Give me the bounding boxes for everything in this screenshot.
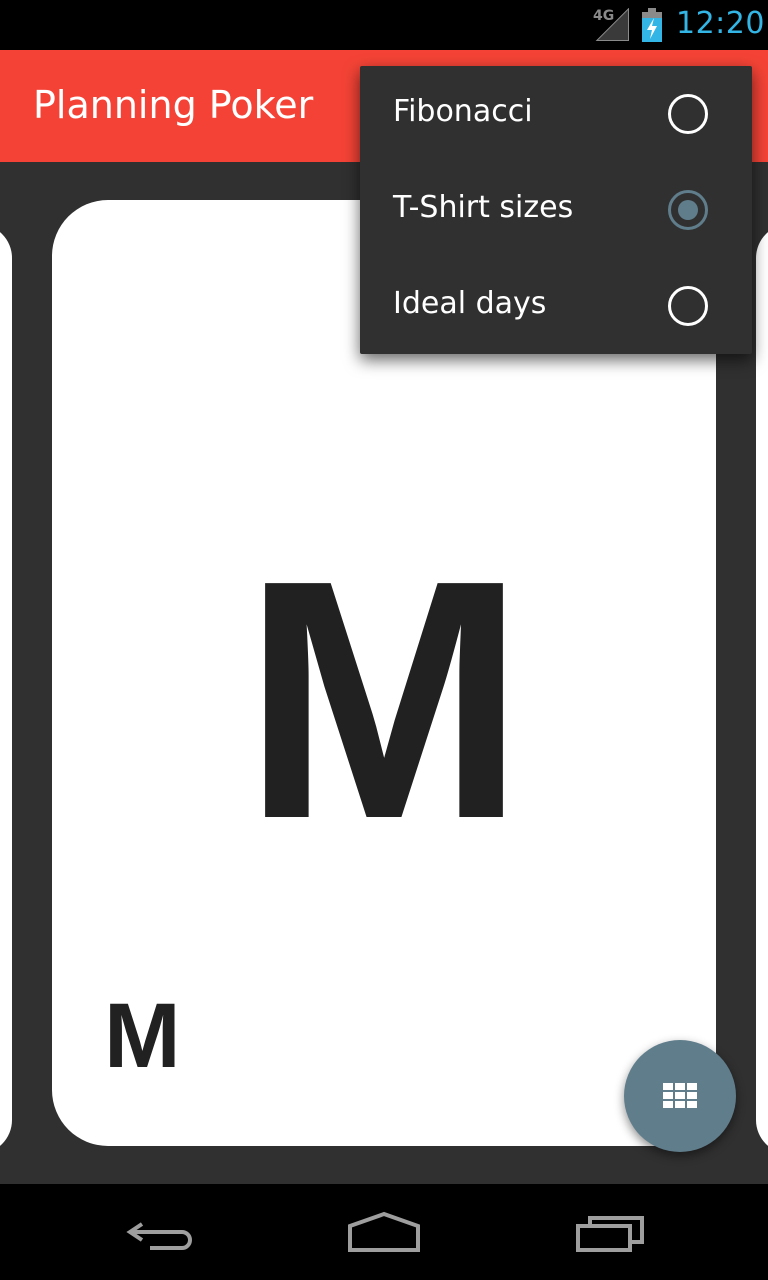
radio-ideal-days[interactable]: [668, 286, 708, 326]
menu-item-ideal-days[interactable]: Ideal days: [360, 258, 752, 354]
navigation-bar: [0, 1184, 768, 1280]
network-type-label: 4G: [593, 8, 615, 24]
radio-fibonacci[interactable]: [668, 94, 708, 134]
menu-item-fibonacci[interactable]: Fibonacci: [360, 66, 752, 162]
deck-type-menu: Fibonacci T-Shirt sizes Ideal days: [360, 66, 752, 354]
card-corner-value: M: [104, 985, 181, 1087]
status-bar: 4G 12:20: [0, 0, 768, 50]
grid-icon: [663, 1083, 697, 1109]
next-card[interactable]: [756, 224, 768, 1154]
previous-card[interactable]: [0, 224, 12, 1154]
menu-item-tshirt-sizes[interactable]: T-Shirt sizes: [360, 162, 752, 258]
status-clock: 12:20: [676, 6, 765, 41]
radio-tshirt-sizes[interactable]: [668, 190, 708, 230]
battery-charging-icon: [642, 8, 662, 42]
home-icon[interactable]: [334, 1204, 434, 1260]
app-title: Planning Poker: [33, 83, 314, 127]
back-icon[interactable]: [110, 1204, 210, 1260]
card-value: M: [242, 510, 526, 890]
menu-item-label: Ideal days: [393, 286, 547, 321]
recent-apps-icon[interactable]: [560, 1204, 660, 1260]
menu-item-label: T-Shirt sizes: [393, 190, 574, 225]
menu-item-label: Fibonacci: [393, 94, 533, 129]
deck-grid-button[interactable]: [624, 1040, 736, 1152]
